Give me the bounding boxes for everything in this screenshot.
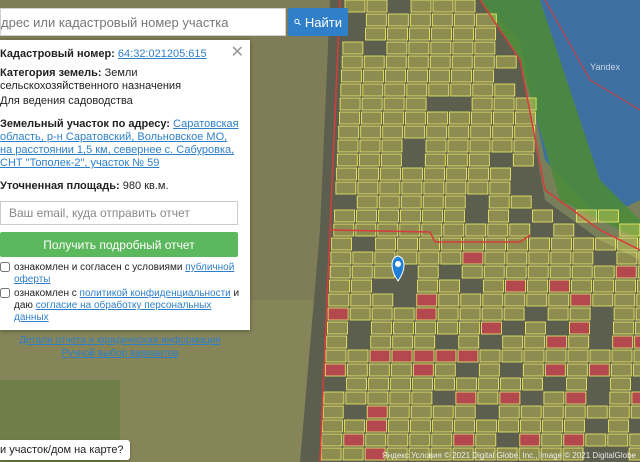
search-icon — [294, 18, 301, 26]
area-value: 980 кв.м. — [122, 180, 169, 192]
address-label: Земельный участок по адресу: — [0, 118, 170, 130]
get-report-button[interactable]: Получить подробный отчет — [0, 232, 238, 257]
close-icon[interactable]: ✕ — [231, 42, 244, 62]
find-on-map-prompt[interactable]: и участок/дом на карте? — [0, 440, 130, 460]
cadastral-number-link[interactable]: 64:32:021205:615 — [118, 48, 207, 60]
consent-privacy-text: ознакомлен с — [14, 288, 80, 299]
report-details-link[interactable]: Детали отчета и юридическая информация — [19, 335, 221, 346]
cadastral-label: Кадастровый номер: — [0, 48, 115, 60]
manual-selection-link[interactable]: Ручной выбор вариантов — [62, 348, 179, 359]
usage-value: Для ведения садоводства — [0, 95, 133, 107]
search-input[interactable] — [1, 9, 285, 35]
search-button-label: Найти — [304, 14, 342, 30]
parcel-info-panel: ✕ Кадастровый номер: 64:32:021205:615 Ка… — [0, 40, 250, 359]
search-button[interactable]: Найти — [288, 8, 348, 36]
map-attribution: Яндекс Условия © 2021 Digital Globe, Inc… — [381, 451, 636, 460]
consent-privacy: ознакомлен с политикой конфиденциальност… — [0, 288, 240, 324]
email-field[interactable] — [0, 201, 238, 225]
personal-data-consent-link[interactable]: согласие на обработку персональных данны… — [14, 300, 211, 323]
map-logo: Yandex — [590, 62, 620, 72]
consent-offer-text: ознакомлен и согласен с условиями — [14, 262, 186, 273]
area-label: Уточненная площадь: — [0, 180, 120, 192]
consent-offer-checkbox[interactable] — [0, 262, 10, 272]
category-label: Категория земель: — [0, 67, 102, 79]
consent-offer: ознакомлен и согласен с условиями публич… — [0, 262, 240, 286]
privacy-policy-link[interactable]: политикой конфиденциальности — [80, 288, 231, 299]
search-field[interactable] — [0, 8, 286, 36]
consent-privacy-checkbox[interactable] — [0, 288, 10, 298]
